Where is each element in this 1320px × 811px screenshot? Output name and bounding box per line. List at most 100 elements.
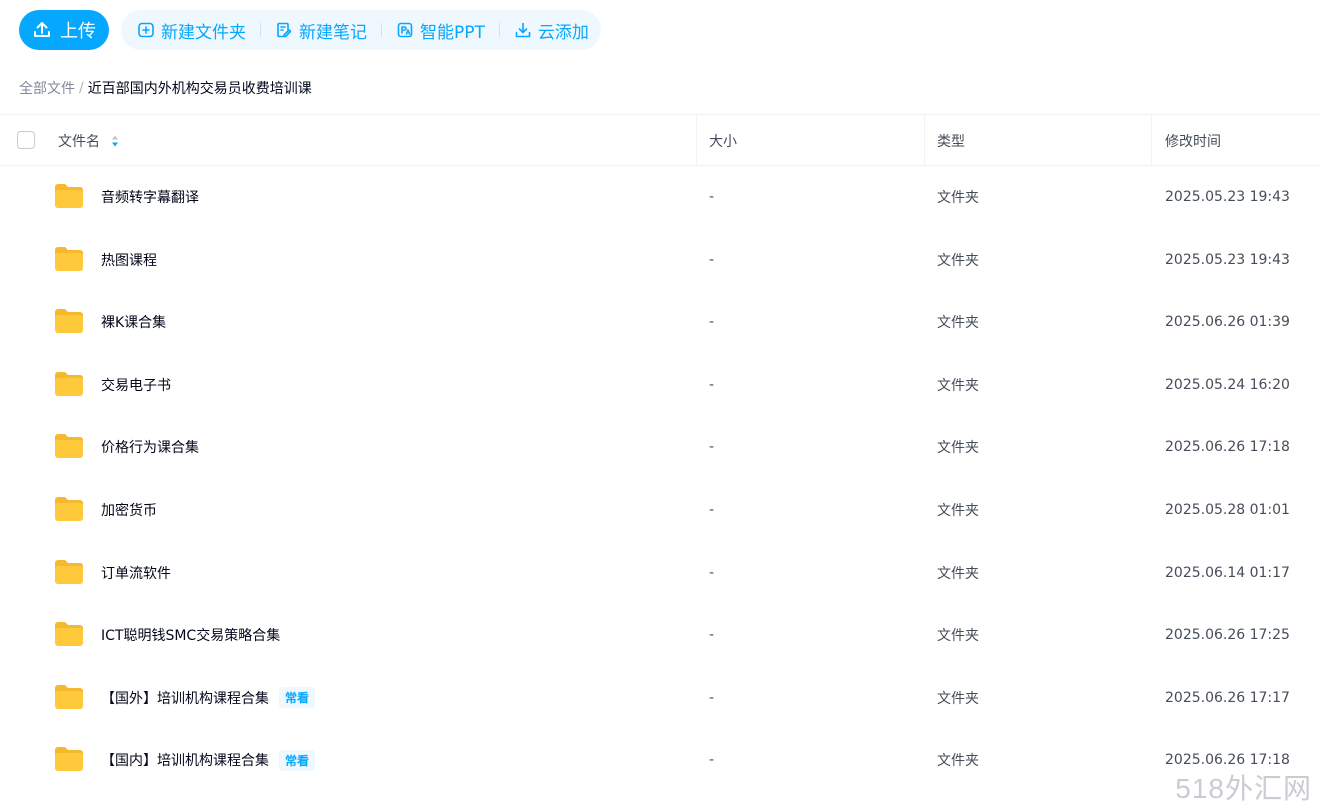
file-type: 文件夹 [937,502,979,519]
action-group: 新建文件夹 新建笔记 智能PPT 云添加 [121,10,601,50]
table-row[interactable]: 加密货币 - 文件夹 2025.05.28 01:01 [0,479,1320,542]
column-divider [924,115,925,166]
cloud-add-button[interactable]: 云添加 [512,18,591,43]
file-name-cell: 热图课程 [101,229,157,291]
header-size-label: 大小 [709,133,737,150]
file-size: - [709,564,715,581]
file-modified: 2025.05.24 16:20 [1165,376,1290,393]
toolbar-separator [498,23,500,37]
file-size: - [709,189,715,205]
cloud-add-label: 云添加 [537,22,589,43]
file-name[interactable]: 热图课程 [101,250,157,270]
header-name[interactable]: 文件名 [58,115,120,166]
watermark: 518外汇网 [1175,773,1312,804]
file-name[interactable]: 【国内】培训机构课程合集 [101,750,269,770]
file-name[interactable]: ICT聪明钱SMC交易策略合集 [101,625,280,645]
file-type: 文件夹 [937,377,979,394]
header-modified[interactable]: 修改时间 [1165,115,1221,166]
table-row[interactable]: 音频转字幕翻译 - 文件夹 2025.05.23 19:43 [0,166,1320,229]
file-name[interactable]: 裸K课合集 [101,312,166,332]
file-modified: 2025.06.26 17:18 [1165,439,1290,456]
file-name-cell: 订单流软件 [101,542,171,604]
file-name-cell: 【国外】培训机构课程合集 常看 [101,667,316,729]
toolbar-separator [381,23,382,37]
file-size: - [709,501,715,518]
file-type: 文件夹 [937,753,979,770]
frequent-badge: 常看 [279,749,316,771]
file-name-cell: 价格行为课合集 [101,416,199,478]
table-row[interactable]: 交易电子书 - 文件夹 2025.05.24 16:20 [0,354,1320,417]
file-size: - [709,627,715,644]
header-type-label: 类型 [937,133,965,150]
smart-ppt-label: 智能PPT [420,22,485,43]
file-name-cell: 交易电子书 [101,354,171,416]
header-modified-label: 修改时间 [1165,133,1221,150]
file-modified: 2025.06.26 17:25 [1165,627,1290,644]
file-name[interactable]: 交易电子书 [101,375,171,395]
table-row[interactable]: ICT聪明钱SMC交易策略合集 - 文件夹 2025.06.26 17:25 [0,604,1320,667]
folder-icon [55,622,83,647]
breadcrumb-current: 近百部国内外机构交易员收费培训课 [87,81,312,97]
toolbar-separator [260,23,261,37]
smart-ppt-button[interactable]: 智能PPT [394,18,487,43]
table-row[interactable]: 价格行为课合集 - 文件夹 2025.06.26 17:18 [0,416,1320,479]
file-name[interactable]: 订单流软件 [101,563,171,583]
file-size: - [709,314,715,331]
file-size: - [709,376,715,393]
upload-label: 上传 [60,21,96,42]
sort-icon[interactable] [110,134,120,148]
breadcrumb-root[interactable]: 全部文件 [19,78,75,98]
folder-icon [55,559,83,584]
folder-icon [55,747,83,772]
table-header: 文件名 大小 类型 修改时间 [0,114,1320,166]
select-all-checkbox[interactable] [17,131,35,149]
new-folder-button[interactable]: 新建文件夹 [135,18,248,43]
file-modified: 2025.05.23 19:43 [1165,251,1290,268]
file-type: 文件夹 [937,565,979,582]
file-type: 文件夹 [937,252,979,269]
table-row[interactable]: 裸K课合集 - 文件夹 2025.06.26 01:39 [0,291,1320,354]
column-divider [1151,115,1152,166]
file-size: - [709,689,715,706]
file-name-cell: ICT聪明钱SMC交易策略合集 [101,604,280,666]
table-row[interactable]: 热图课程 - 文件夹 2025.05.23 19:43 [0,229,1320,292]
header-name-label: 文件名 [58,133,100,150]
file-type: 文件夹 [937,628,979,645]
file-name[interactable]: 加密货币 [101,500,157,520]
new-note-button[interactable]: 新建笔记 [273,18,369,43]
table-row[interactable]: 【国外】培训机构课程合集 常看 - 文件夹 2025.06.26 17:17 [0,667,1320,730]
folder-icon [55,434,83,459]
breadcrumb-separator: / [79,80,84,96]
breadcrumb: 全部文件 / 近百部国内外机构交易员收费培训课 [19,78,312,98]
file-name-cell: 裸K课合集 [101,291,166,353]
folder-icon [55,496,83,521]
header-size[interactable]: 大小 [709,115,737,166]
table-row[interactable]: 【国内】培训机构课程合集 常看 - 文件夹 2025.06.26 17:18 [0,729,1320,792]
table-row[interactable]: 订单流软件 - 文件夹 2025.06.14 01:17 [0,542,1320,605]
file-size: - [709,251,715,268]
new-note-label: 新建笔记 [299,22,367,43]
new-note-icon [277,22,292,38]
file-name-cell: 加密货币 [101,479,157,541]
file-type: 文件夹 [937,440,979,457]
cloud-add-icon [515,22,531,38]
file-name[interactable]: 【国外】培训机构课程合集 [101,688,269,708]
upload-icon [34,22,50,37]
folder-icon [55,246,83,271]
file-size: - [709,439,715,456]
file-modified: 2025.06.14 01:17 [1165,564,1290,581]
new-folder-label: 新建文件夹 [161,22,246,43]
file-size: - [709,752,715,769]
file-name-cell: 【国内】培训机构课程合集 常看 [101,729,316,791]
file-type: 文件夹 [937,315,979,332]
upload-button[interactable]: 上传 [19,10,109,50]
file-name[interactable]: 音频转字幕翻译 [101,187,199,207]
header-type[interactable]: 类型 [937,115,965,166]
folder-icon [55,371,83,396]
column-divider [696,115,697,166]
file-modified: 2025.05.23 19:43 [1165,189,1290,205]
toolbar: 上传 新建文件夹 新建笔记 智能PPT 云添加 [19,10,601,50]
folder-icon [55,184,83,208]
smart-ppt-icon [397,22,413,38]
file-name[interactable]: 价格行为课合集 [101,437,199,457]
